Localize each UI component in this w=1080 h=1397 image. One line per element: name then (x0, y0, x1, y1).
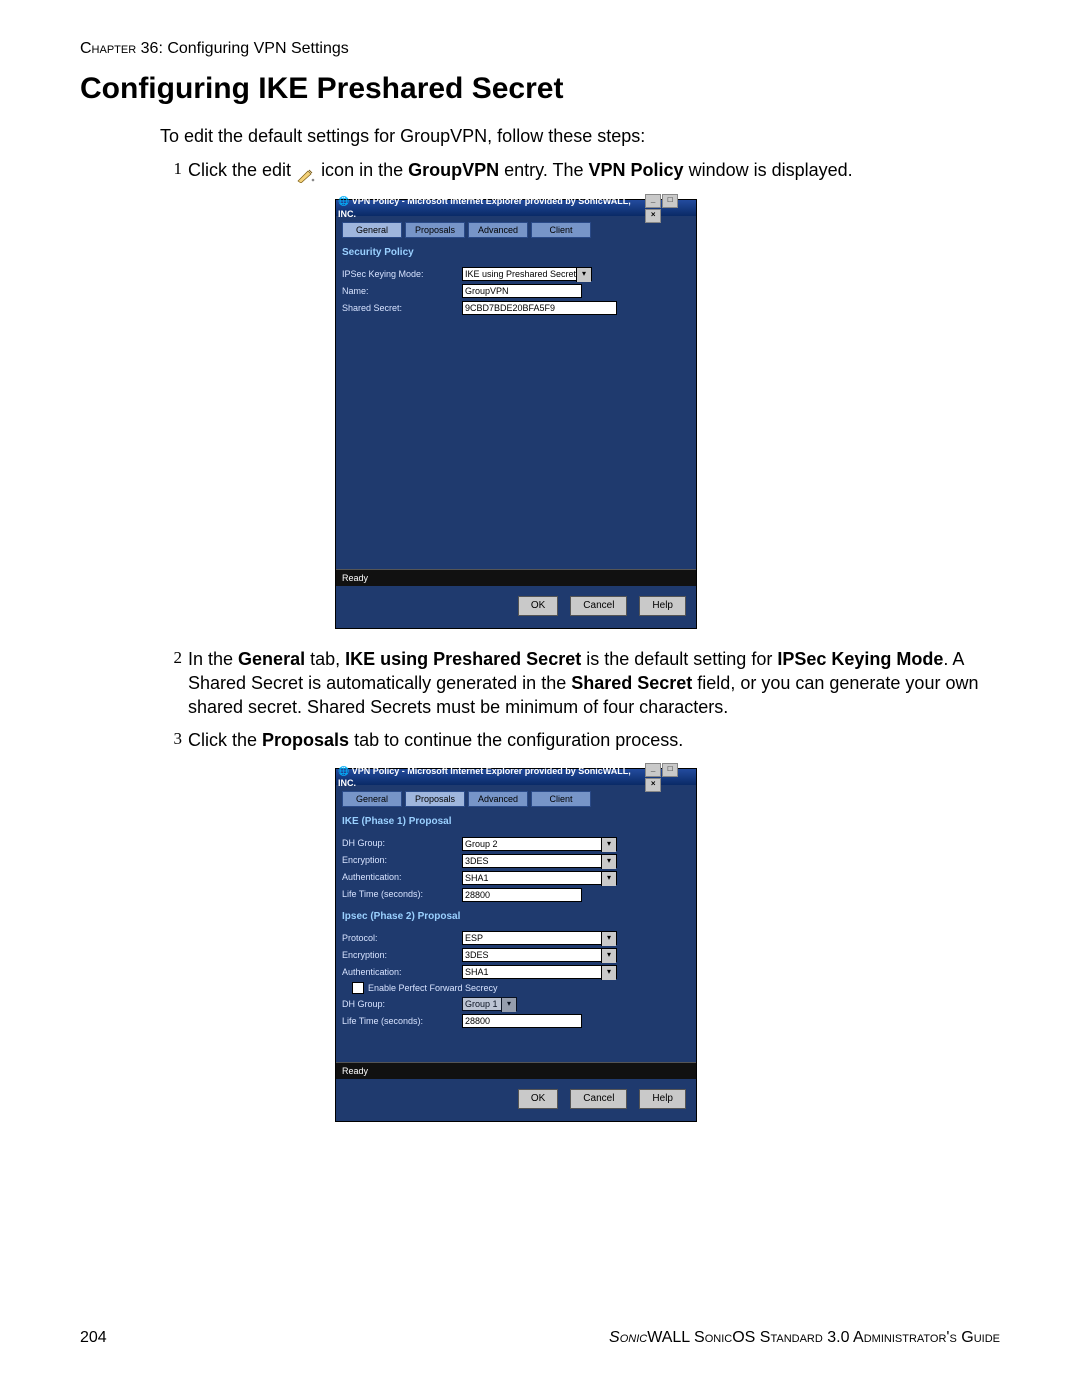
status-bar: Ready (336, 1062, 696, 1079)
window-ie-icon: 🌐 VPN Policy - Microsoft Internet Explor… (338, 765, 644, 789)
cancel-button[interactable]: Cancel (570, 1089, 627, 1109)
cancel-button[interactable]: Cancel (570, 596, 627, 616)
close-icon[interactable]: × (645, 778, 661, 792)
ok-button[interactable]: OK (518, 1089, 558, 1109)
tab-advanced[interactable]: Advanced (468, 791, 528, 807)
section-security-policy: Security Policy (342, 246, 690, 260)
select-phase1-auth[interactable]: SHA1 (462, 871, 617, 885)
page-title: Configuring IKE Preshared Secret (80, 72, 1000, 106)
page-number: 204 (80, 1329, 107, 1347)
label-pfs: Enable Perfect Forward Secrecy (368, 982, 498, 994)
step-3: 3 Click the Proposals tab to continue th… (160, 728, 1000, 752)
checkbox-pfs[interactable] (352, 982, 364, 994)
minimize-icon[interactable]: _ (645, 194, 661, 208)
section-ike-phase1: IKE (Phase 1) Proposal (342, 815, 690, 829)
step-2: 2 In the General tab, IKE using Preshare… (160, 647, 1000, 720)
tab-general[interactable]: General (342, 791, 402, 807)
select-phase1-encryption[interactable]: 3DES (462, 854, 617, 868)
input-phase1-lifetime[interactable]: 28800 (462, 888, 582, 902)
tab-proposals[interactable]: Proposals (405, 222, 465, 238)
tab-proposals[interactable]: Proposals (405, 791, 465, 807)
label-name: Name: (342, 285, 462, 297)
tab-client[interactable]: Client (531, 222, 591, 238)
input-shared-secret[interactable]: 9CBD7BDE20BFA5F9 (462, 301, 617, 315)
minimize-icon[interactable]: _ (645, 763, 661, 777)
input-phase2-lifetime[interactable]: 28800 (462, 1014, 582, 1028)
close-icon[interactable]: × (645, 209, 661, 223)
help-button[interactable]: Help (639, 596, 686, 616)
ok-button[interactable]: OK (518, 596, 558, 616)
select-phase2-dh[interactable]: Group 1 (462, 997, 517, 1011)
chapter-breadcrumb: Chapter 36: Configuring VPN Settings (80, 40, 1000, 58)
label-shared-secret: Shared Secret: (342, 302, 462, 314)
maximize-icon[interactable]: □ (662, 763, 678, 777)
titlebar: 🌐 VPN Policy - Microsoft Internet Explor… (336, 769, 696, 785)
guide-title: SonicWALL SonicOS Standard 3.0 Administr… (609, 1329, 1000, 1347)
titlebar: 🌐 VPN Policy - Microsoft Internet Explor… (336, 200, 696, 216)
select-phase2-protocol[interactable]: ESP (462, 931, 617, 945)
status-bar: Ready (336, 569, 696, 586)
tab-advanced[interactable]: Advanced (468, 222, 528, 238)
help-button[interactable]: Help (639, 1089, 686, 1109)
select-phase2-auth[interactable]: SHA1 (462, 965, 617, 979)
edit-icon (296, 165, 316, 179)
vpn-policy-dialog-proposals: 🌐 VPN Policy - Microsoft Internet Explor… (335, 768, 697, 1122)
tab-general[interactable]: General (342, 222, 402, 238)
tab-client[interactable]: Client (531, 791, 591, 807)
select-keying-mode[interactable]: IKE using Preshared Secret (462, 267, 592, 281)
vpn-policy-dialog-general: 🌐 VPN Policy - Microsoft Internet Explor… (335, 199, 697, 629)
input-name[interactable]: GroupVPN (462, 284, 582, 298)
intro-text: To edit the default settings for GroupVP… (160, 124, 1000, 148)
maximize-icon[interactable]: □ (662, 194, 678, 208)
window-ie-icon: 🌐 VPN Policy - Microsoft Internet Explor… (338, 195, 644, 219)
label-keying-mode: IPSec Keying Mode: (342, 268, 462, 280)
step-1: 1 Click the edit icon in the GroupVPN en… (160, 158, 1000, 182)
section-ipsec-phase2: Ipsec (Phase 2) Proposal (342, 910, 690, 924)
select-phase1-dh[interactable]: Group 2 (462, 837, 617, 851)
select-phase2-encryption[interactable]: 3DES (462, 948, 617, 962)
